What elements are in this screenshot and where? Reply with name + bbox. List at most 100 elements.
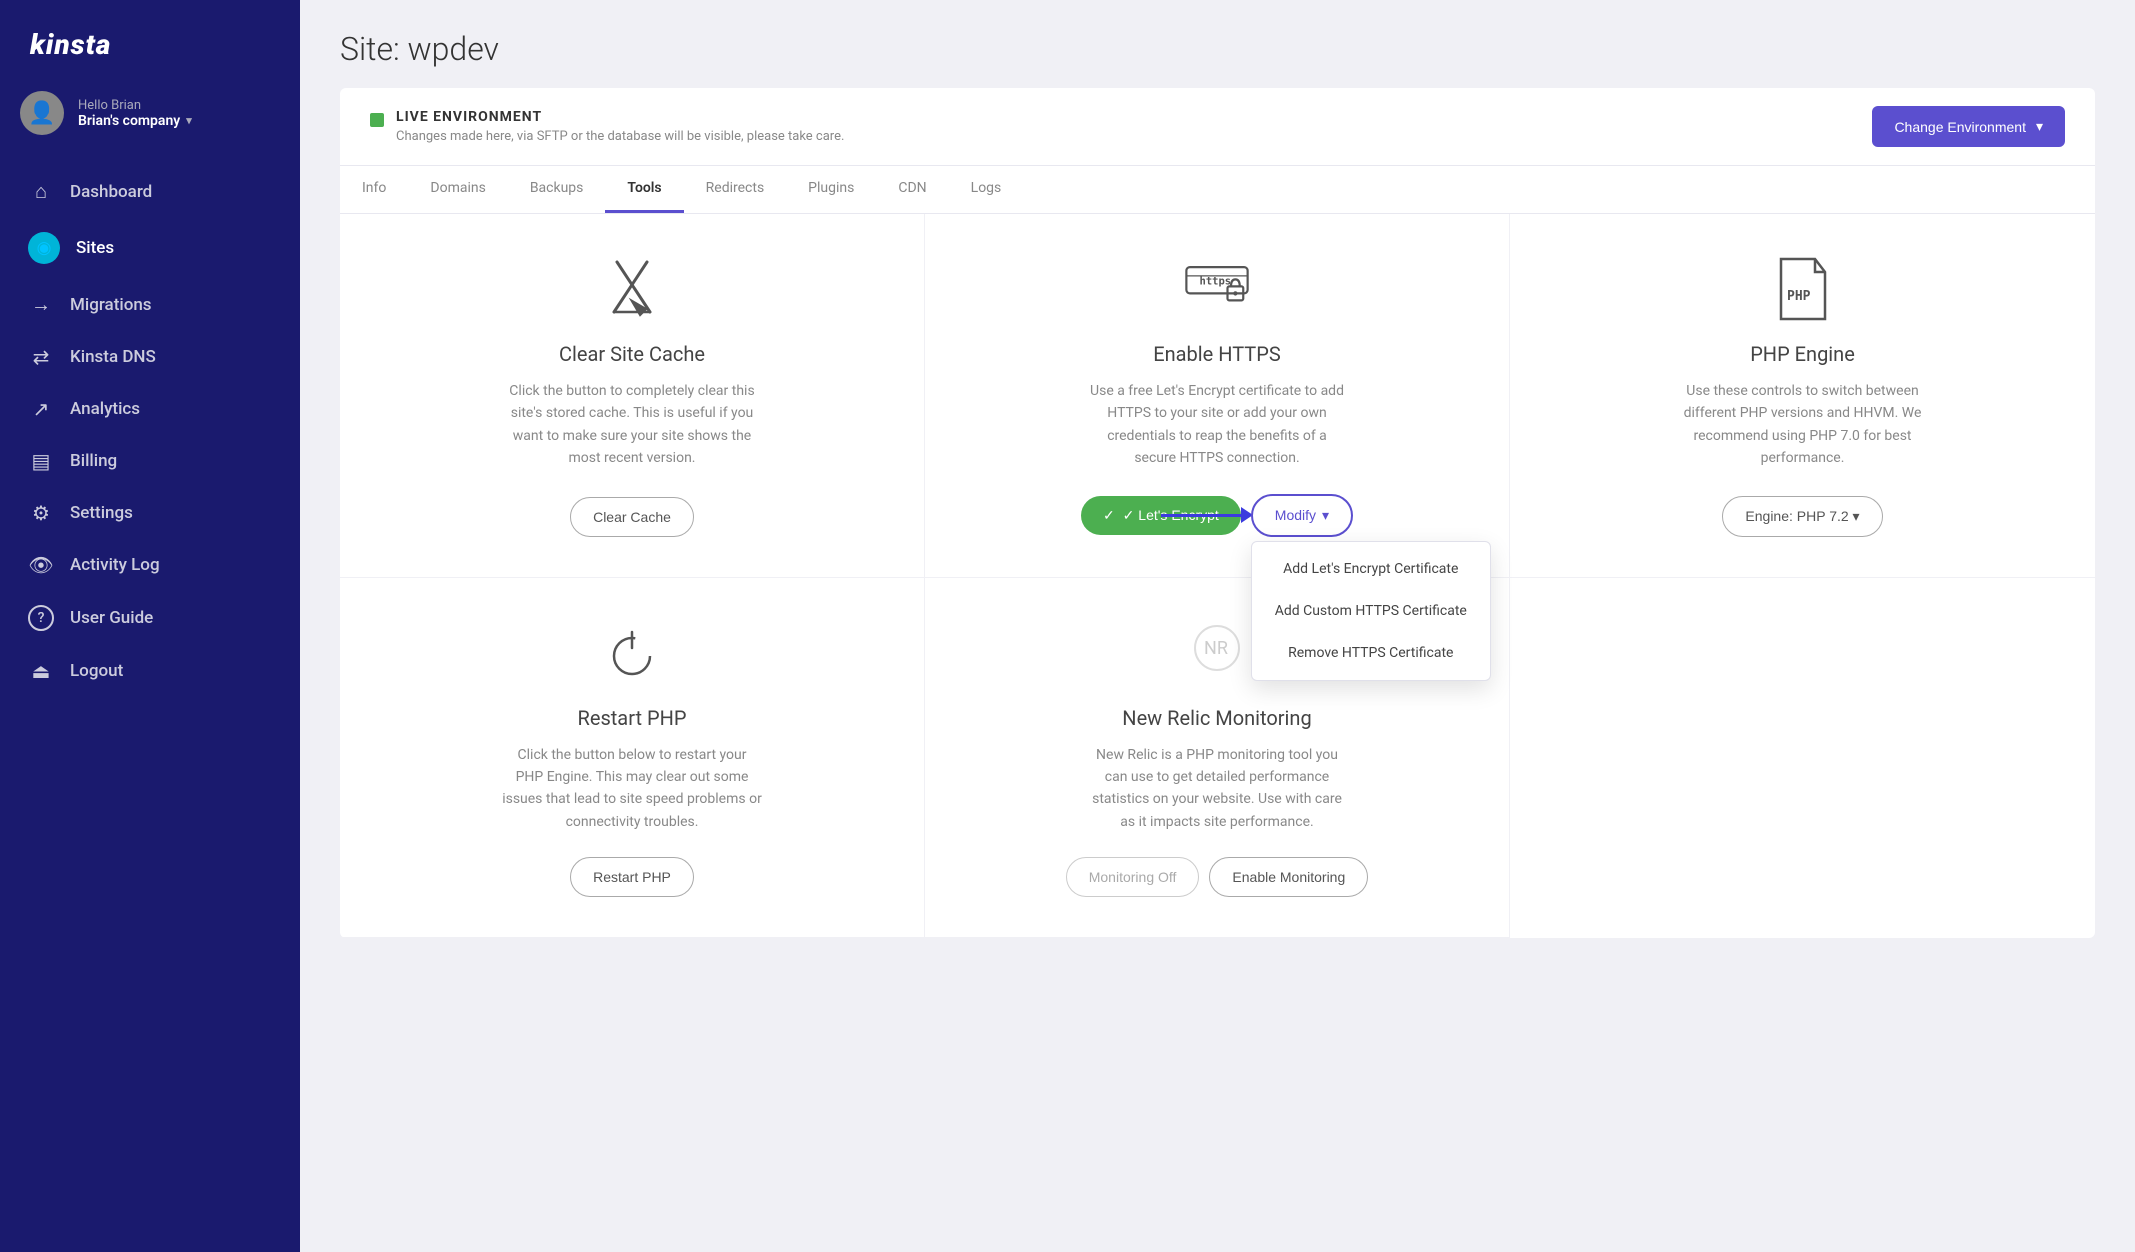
modify-dropdown-wrapper: Modify ▾ Add Let's Encrypt Certificate A… [1251,494,1353,537]
sidebar-item-activity-log[interactable]: 👁 Activity Log [0,539,300,591]
tool-description: New Relic is a PHP monitoring tool you c… [1087,744,1347,834]
tool-actions: Clear Cache [570,497,694,537]
tools-grid: Clear Site Cache Click the button to com… [340,214,2095,938]
tool-description: Use a free Let's Encrypt certificate to … [1087,380,1347,470]
avatar: 👤 [20,91,64,135]
sidebar-item-billing[interactable]: ▤ Billing [0,435,300,487]
https-icon: https [1182,254,1252,324]
tool-description: Click the button to completely clear thi… [502,380,762,473]
migrations-icon: → [28,292,54,317]
chevron-down-icon: ▾ [1322,507,1329,524]
logout-icon: ⏏ [28,659,54,683]
user-profile[interactable]: 👤 Hello Brian Brian's company ▾ [0,81,300,155]
page-title: Site: wpdev [340,30,2095,68]
sidebar-item-user-guide[interactable]: ? User Guide [0,591,300,645]
tools-panel: Clear Site Cache Click the button to com… [340,214,2095,938]
sub-navigation: Info Domains Backups Tools Redirects Plu… [340,166,2095,214]
sidebar-item-label: Migrations [70,295,152,315]
monitoring-off-button[interactable]: Monitoring Off [1066,857,1200,897]
sidebar-item-label: Billing [70,451,117,471]
sidebar-item-label: Dashboard [70,182,152,202]
sidebar: kinsta 👤 Hello Brian Brian's company ▾ ⌂… [0,0,300,1252]
tab-backups[interactable]: Backups [508,166,606,213]
sidebar-item-settings[interactable]: ⚙ Settings [0,487,300,539]
sidebar-item-dashboard[interactable]: ⌂ Dashboard [0,165,300,218]
main-content: Site: wpdev LIVE ENVIRONMENT Changes mad… [300,0,2135,1252]
page-header: Site: wpdev [300,0,2135,88]
logo: kinsta [0,0,300,81]
clear-cache-button[interactable]: Clear Cache [570,497,694,537]
sidebar-item-sites[interactable]: ◉ Sites [0,218,300,278]
tab-domains[interactable]: Domains [408,166,507,213]
settings-icon: ⚙ [28,501,54,525]
env-description: Changes made here, via SFTP or the datab… [396,129,844,144]
tool-actions: ✓ ✓ Let's Encrypt Modify ▾ [1081,494,1353,537]
restart-php-icon [597,618,667,688]
sidebar-item-kinsta-dns[interactable]: ⇄ Kinsta DNS [0,331,300,383]
tab-cdn[interactable]: CDN [876,166,948,213]
sidebar-item-label: Sites [76,238,114,258]
engine-label: Engine: PHP 7.2 ▾ [1745,508,1859,525]
svg-text:https: https [1200,276,1232,288]
tool-title: Enable HTTPS [1153,342,1280,366]
analytics-icon: ↗ [28,397,54,421]
live-indicator [370,113,384,127]
user-company: Brian's company ▾ [78,113,192,129]
tool-description: Use these controls to switch between dif… [1673,380,1933,472]
modify-dropdown-menu: Add Let's Encrypt Certificate Add Custom… [1251,541,1491,681]
env-title: LIVE ENVIRONMENT [396,109,844,125]
tool-title: Clear Site Cache [559,342,705,366]
tool-actions: Monitoring Off Enable Monitoring [1066,857,1369,897]
sidebar-item-label: User Guide [70,608,153,628]
tool-card-enable-https: https Enable HTTPS Use a free Let's Encr… [925,214,1510,578]
modify-button[interactable]: Modify ▾ [1251,494,1353,537]
tool-actions: Restart PHP [570,857,694,897]
tab-info[interactable]: Info [340,166,408,213]
chevron-down-icon: ▾ [186,114,192,127]
user-info: Hello Brian Brian's company ▾ [78,98,192,129]
env-text: LIVE ENVIRONMENT Changes made here, via … [396,109,844,144]
environment-bar: LIVE ENVIRONMENT Changes made here, via … [340,88,2095,166]
sidebar-item-label: Activity Log [70,555,160,575]
sidebar-item-label: Analytics [70,399,140,419]
clear-cache-icon [597,254,667,324]
sidebar-item-label: Kinsta DNS [70,347,156,367]
svg-text:PHP: PHP [1787,289,1811,304]
modify-label: Modify [1275,507,1316,523]
php-engine-button[interactable]: Engine: PHP 7.2 ▾ [1722,496,1882,537]
tool-card-restart-php: Restart PHP Click the button below to re… [340,578,925,939]
dropdown-item-add-lets-encrypt[interactable]: Add Let's Encrypt Certificate [1252,548,1490,590]
eye-icon: 👁 [28,553,54,577]
home-icon: ⌂ [28,179,54,204]
svg-text:NR: NR [1204,638,1228,659]
user-greeting: Hello Brian [78,98,192,113]
dns-icon: ⇄ [28,345,54,369]
tool-card-php-engine: PHP PHP Engine Use these controls to swi… [1510,214,2095,578]
dropdown-item-add-custom-https[interactable]: Add Custom HTTPS Certificate [1252,590,1490,632]
tab-redirects[interactable]: Redirects [684,166,787,213]
tab-tools[interactable]: Tools [605,166,683,213]
tool-title: PHP Engine [1750,342,1855,366]
help-icon: ? [28,605,54,631]
tab-logs[interactable]: Logs [949,166,1024,213]
main-nav: ⌂ Dashboard ◉ Sites → Migrations ⇄ Kinst… [0,155,300,1252]
sidebar-item-logout[interactable]: ⏏ Logout [0,645,300,697]
tab-plugins[interactable]: Plugins [786,166,876,213]
tool-description: Click the button below to restart your P… [502,744,762,834]
sidebar-item-label: Logout [70,661,123,681]
sidebar-item-migrations[interactable]: → Migrations [0,278,300,331]
sidebar-item-label: Settings [70,503,133,523]
tool-title: New Relic Monitoring [1122,706,1311,730]
dropdown-item-remove-https[interactable]: Remove HTTPS Certificate [1252,632,1490,674]
dropdown-arrow [1161,507,1253,523]
change-environment-button[interactable]: Change Environment ▾ [1872,106,2065,147]
env-info: LIVE ENVIRONMENT Changes made here, via … [370,109,844,144]
tool-title: Restart PHP [578,706,687,730]
php-icon: PHP [1768,254,1838,324]
new-relic-icon: NR [1182,618,1252,688]
sidebar-item-analytics[interactable]: ↗ Analytics [0,383,300,435]
tool-actions: Engine: PHP 7.2 ▾ [1722,496,1882,537]
enable-monitoring-button[interactable]: Enable Monitoring [1209,857,1368,897]
restart-php-button[interactable]: Restart PHP [570,857,694,897]
tool-card-clear-cache: Clear Site Cache Click the button to com… [340,214,925,578]
